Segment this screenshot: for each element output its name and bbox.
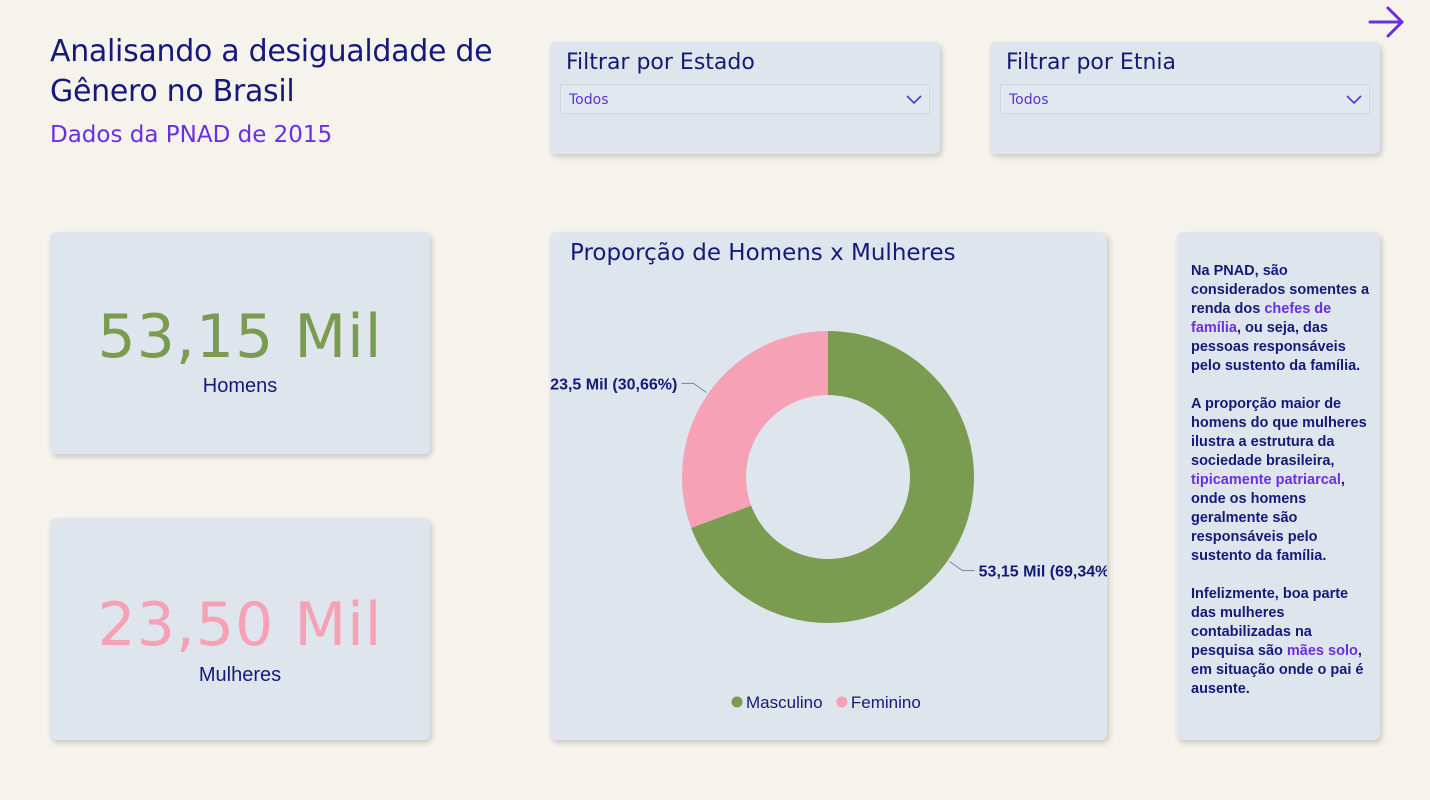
legend-marker-masculino [731, 696, 743, 708]
data-label-leader-feminino [681, 382, 707, 393]
legend-label-feminino: Feminino [851, 693, 921, 712]
donut-chart: 53,15 Mil (69,34%) 23,5 Mil (30,66%) Masc… [550, 331, 1107, 712]
chevron-down-icon [1346, 95, 1362, 105]
filter-etnia-value: Todos [1009, 92, 1049, 108]
highlight-tipicamente-patriarcal: tipicamente patriarcal [1191, 472, 1341, 488]
kpi-mulheres-label: Mulheres [198, 664, 282, 686]
legend-marker-feminino [836, 696, 848, 708]
chevron-down-icon [906, 95, 922, 105]
filter-etnia-title: Filtrar por Etnia [1006, 50, 1176, 75]
data-label-masculino: 53,15 Mil (69,34%) [979, 564, 1107, 581]
info-paragraph-2: A proporção maior de homens do que mulhe… [1191, 396, 1367, 564]
kpi-mulheres-card: 23,50 Mil Mulheres [50, 518, 430, 740]
page-title-line-1: Analisando a desigualdade de [50, 34, 493, 69]
data-label-feminino: 23,5 Mil (30,66%) [550, 376, 677, 393]
page-title-line-2: Gênero no Brasil [50, 74, 295, 109]
highlight-maes-solo: mães solo [1286, 643, 1358, 659]
next-page-button[interactable] [1366, 4, 1406, 40]
info-text: Na PNAD, são considerados somentes a ren… [1191, 262, 1373, 718]
filter-estado-dropdown[interactable]: Todos [560, 84, 930, 114]
info-paragraph-1: Na PNAD, são considerados somentes a ren… [1191, 263, 1370, 374]
page-subtitle: Dados da PNAD de 2015 [50, 122, 333, 148]
filter-etnia-card: Filtrar por Etnia Todos [990, 42, 1380, 154]
kpi-homens-value: 53,15 Mil [97, 302, 383, 372]
kpi-homens-label: Homens [202, 375, 278, 397]
filter-etnia-dropdown[interactable]: Todos [1000, 84, 1370, 114]
legend-label-masculino: Masculino [746, 693, 823, 712]
filter-estado-title: Filtrar por Estado [566, 50, 755, 75]
kpi-homens-card: 53,15 Mil Homens [50, 232, 430, 454]
page-title: Analisando a desigualdade de Gênero no B… [50, 32, 493, 112]
filter-estado-card: Filtrar por Estado Todos [550, 42, 940, 154]
kpi-mulheres-value: 23,50 Mil [97, 590, 383, 660]
arrow-right-icon [1368, 6, 1404, 38]
donut-chart-card: Proporção de Homens x Mulheres 53,15 Mil… [550, 232, 1107, 740]
info-paragraph-3: Infelizmente, boa parte das mulheres con… [1191, 586, 1364, 697]
filter-estado-value: Todos [569, 92, 609, 108]
donut-slice-feminino[interactable] [682, 331, 828, 528]
data-label-leader-masculino [949, 561, 975, 572]
info-text-card: Na PNAD, são considerados somentes a ren… [1177, 232, 1380, 740]
